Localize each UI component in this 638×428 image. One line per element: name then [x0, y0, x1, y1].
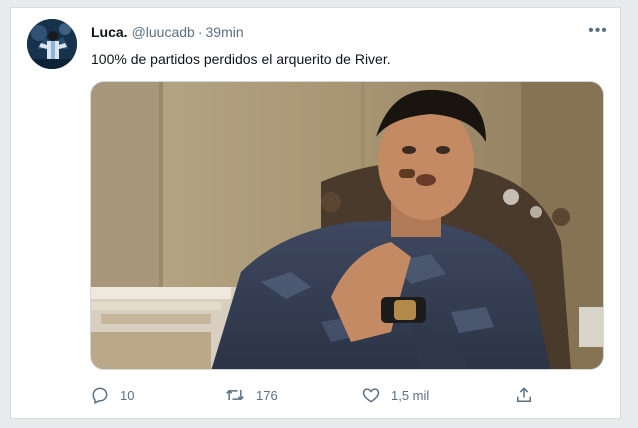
reply-icon	[92, 387, 108, 404]
retweet-button[interactable]: 176	[224, 382, 278, 408]
retweet-icon	[226, 389, 244, 401]
retweet-count: 176	[256, 387, 278, 403]
share-button[interactable]	[514, 382, 534, 408]
heart-icon	[362, 388, 380, 403]
like-count: 1,5 mil	[391, 387, 430, 403]
timestamp[interactable]: 39min	[206, 24, 244, 40]
user-handle[interactable]: @luucadb	[132, 24, 195, 40]
display-name[interactable]: Luca.	[91, 24, 128, 40]
avatar[interactable]	[27, 19, 77, 69]
tweet-header: Luca. @luucadb · 39min	[91, 23, 244, 41]
header-separator: ·	[197, 24, 203, 40]
share-icon	[517, 387, 531, 402]
media-photo	[91, 82, 603, 369]
more-icon[interactable]: •••	[587, 22, 609, 40]
tweet-card[interactable]: Luca. @luucadb · 39min ••• 100% de partidos…	[10, 7, 621, 419]
tweet-text: 100% de partidos perdidos el arquerito d…	[91, 51, 391, 67]
tweet-media[interactable]	[90, 81, 604, 370]
reply-button[interactable]: 10	[90, 382, 134, 408]
reply-count: 10	[120, 387, 135, 403]
like-button[interactable]: 1,5 mil	[361, 382, 429, 408]
avatar-image	[27, 19, 77, 69]
tweet-actions: 10 176 1,5 mil	[90, 382, 540, 408]
